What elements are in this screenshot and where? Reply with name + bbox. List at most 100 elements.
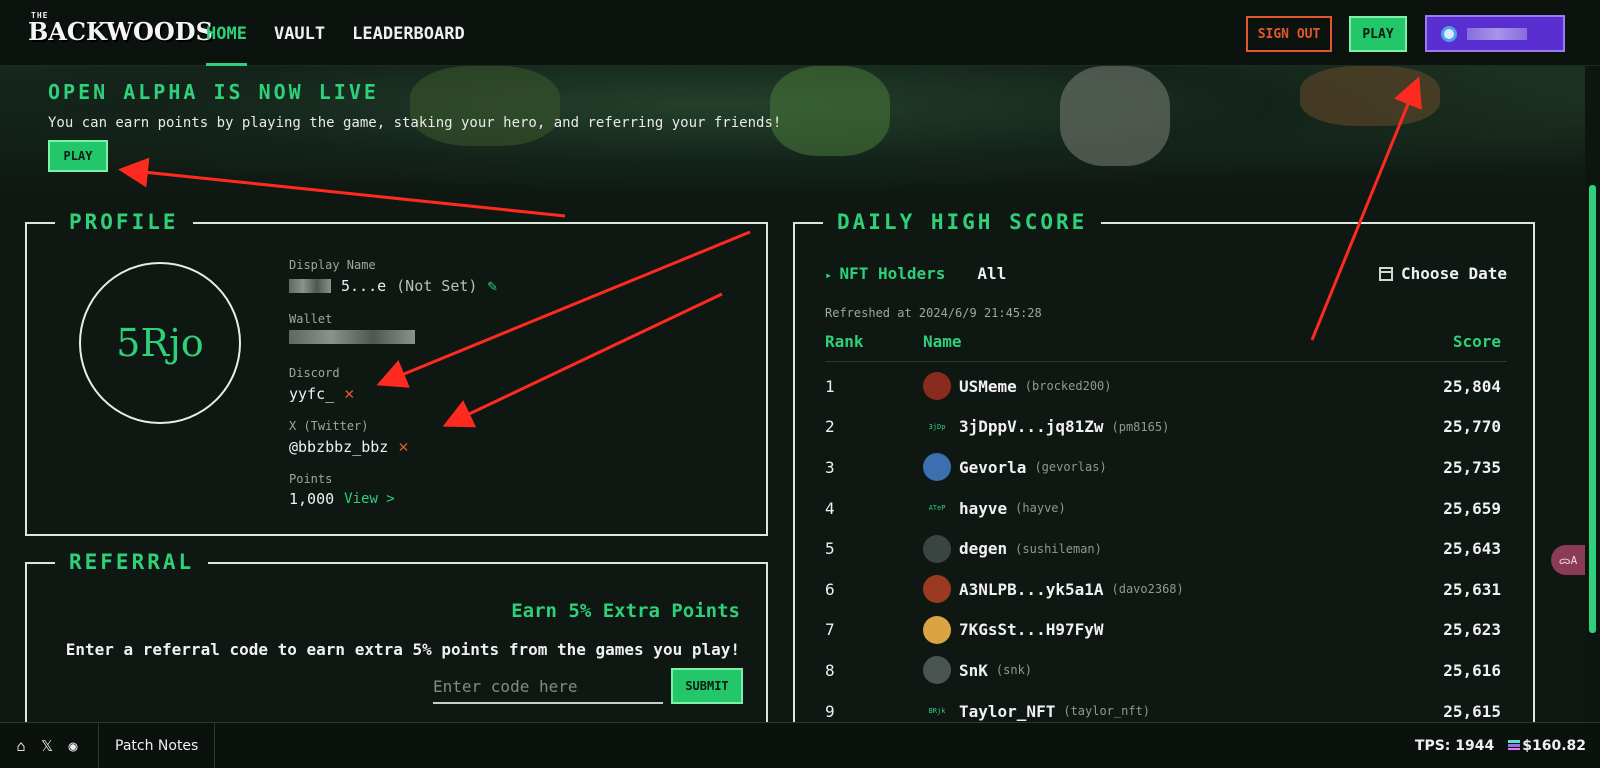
referral-submit-button[interactable]: SUBMIT: [671, 668, 743, 704]
wallet-button[interactable]: [1425, 15, 1565, 52]
solana-icon: [1508, 740, 1521, 750]
player-handle: (hayve): [1015, 501, 1066, 516]
player-avatar: [923, 575, 951, 604]
translate-icon[interactable]: ᯅA: [1551, 545, 1585, 575]
row-player: USMeme (brocked200): [923, 372, 1112, 401]
player-avatar: [923, 372, 951, 401]
col-score: Score: [1452, 332, 1501, 351]
row-score: 25,735: [1443, 457, 1501, 477]
referral-panel: REFERRAL Earn 5% Extra Points Enter a re…: [25, 550, 768, 742]
top-bar: THE BACKWOODS HOME VAULT LEADERBOARD SIG…: [0, 0, 1600, 66]
twitter-label: X (Twitter): [289, 419, 369, 433]
row-rank: 2: [825, 417, 835, 437]
unlink-twitter-icon[interactable]: ✕: [398, 437, 408, 457]
display-name-redacted: [289, 278, 331, 293]
player-handle: (davo2368): [1111, 582, 1184, 597]
row-score: 25,770: [1443, 417, 1501, 437]
row-score: 25,615: [1443, 701, 1501, 721]
discord-value: yyfc_: [289, 385, 335, 403]
player-name[interactable]: SnK: [959, 661, 988, 680]
player-handle: (pm8165): [1111, 419, 1170, 434]
row-score: 25,643: [1443, 539, 1501, 559]
table-row[interactable]: 7 7KGsSt...H97FyW 25,623: [825, 610, 1507, 651]
row-player: SnK (snk): [923, 656, 1033, 685]
referral-code-input[interactable]: [433, 670, 663, 704]
row-player: 3jDp 3jDppV...jq81Zw (pm8165): [923, 412, 1170, 441]
filter-all[interactable]: All: [977, 264, 1006, 283]
player-name[interactable]: Taylor_NFT: [959, 702, 1055, 721]
banner-art-creature: [770, 66, 890, 156]
unlink-discord-icon[interactable]: ✕: [344, 384, 354, 404]
row-rank: 5: [825, 539, 835, 559]
player-name[interactable]: 3jDppV...jq81Zw: [959, 417, 1104, 436]
daily-high-score-title: DAILY HIGH SCORE: [823, 210, 1102, 234]
player-name[interactable]: USMeme: [959, 377, 1017, 396]
row-score: 25,804: [1443, 376, 1501, 396]
row-rank: 7: [825, 620, 835, 640]
row-rank: 8: [825, 660, 835, 680]
player-name[interactable]: 7KGsSt...H97FyW: [959, 620, 1104, 639]
edit-pencil-icon[interactable]: ✎: [487, 276, 497, 295]
banner-play-button[interactable]: PLAY: [48, 140, 108, 172]
player-name[interactable]: degen: [959, 539, 1007, 558]
banner-art-hero: [410, 66, 560, 146]
wallet-label: Wallet: [289, 312, 333, 326]
score-filter: NFT Holders All: [825, 264, 1006, 283]
row-rank: 3: [825, 457, 835, 477]
player-name[interactable]: hayve: [959, 499, 1007, 518]
view-points-link[interactable]: View >: [344, 491, 395, 507]
row-player: 7KGsSt...H97FyW: [923, 615, 1112, 644]
table-row[interactable]: 3 Gevorla (gevorlas) 25,735: [825, 447, 1507, 488]
home-icon[interactable]: ⌂: [8, 737, 34, 755]
table-row[interactable]: 1 USMeme (brocked200) 25,804: [825, 366, 1507, 407]
player-name[interactable]: Gevorla: [959, 458, 1026, 477]
main-nav: HOME VAULT LEADERBOARD: [206, 0, 492, 66]
table-row[interactable]: 8 SnK (snk) 25,616: [825, 650, 1507, 691]
banner-art-skeleton: [1060, 66, 1170, 166]
nav-leaderboard[interactable]: LEADERBOARD: [352, 0, 465, 66]
table-row[interactable]: 4 ATeP hayve (hayve) 25,659: [825, 488, 1507, 529]
sign-out-button[interactable]: SIGN OUT: [1246, 16, 1332, 52]
row-player: degen (sushileman): [923, 534, 1102, 563]
footer-bar: ⌂ 𝕏 ◉ Patch Notes TPS: 1944 $160.82: [0, 722, 1600, 768]
logo-main-text: BACKWOODS: [28, 17, 213, 46]
filter-nft-holders[interactable]: NFT Holders: [825, 264, 945, 283]
row-player: A3NLPB...yk5a1A (davo2368): [923, 575, 1184, 604]
discord-icon[interactable]: ◉: [60, 737, 86, 755]
table-row[interactable]: 5 degen (sushileman) 25,643: [825, 528, 1507, 569]
player-handle: (gevorlas): [1034, 460, 1107, 475]
discord-label: Discord: [289, 366, 340, 380]
display-name-value: 5...e: [341, 276, 387, 295]
nav-home[interactable]: HOME: [206, 0, 247, 66]
player-name[interactable]: A3NLPB...yk5a1A: [959, 580, 1104, 599]
player-handle: (snk): [995, 663, 1033, 678]
twitter-value: @bbzbbz_bbz: [289, 438, 389, 456]
col-name: Name: [923, 332, 962, 351]
choose-date-button[interactable]: Choose Date: [1379, 264, 1507, 283]
row-player: ATeP hayve (hayve): [923, 494, 1066, 523]
header-play-button[interactable]: PLAY: [1349, 16, 1407, 52]
row-score: 25,616: [1443, 660, 1501, 680]
row-player: Gevorla (gevorlas): [923, 453, 1107, 482]
patch-notes-link[interactable]: Patch Notes: [99, 738, 214, 754]
avatar: 5Rjo: [79, 262, 241, 424]
choose-date-label: Choose Date: [1401, 264, 1507, 283]
display-name-label: Display Name: [289, 258, 376, 272]
sol-price: $160.82: [1508, 738, 1586, 754]
x-twitter-icon[interactable]: 𝕏: [34, 737, 60, 755]
calendar-icon: [1379, 266, 1394, 281]
scrollbar-thumb[interactable]: [1589, 185, 1596, 633]
nav-vault[interactable]: VAULT: [274, 0, 325, 66]
table-row[interactable]: 6 A3NLPB...yk5a1A (davo2368) 25,631: [825, 569, 1507, 610]
wallet-field: Wallet: [289, 312, 415, 344]
profile-title: PROFILE: [55, 210, 193, 234]
table-row[interactable]: 2 3jDp 3jDppV...jq81Zw (pm8165) 25,770: [825, 407, 1507, 448]
banner-title: OPEN ALPHA IS NOW LIVE: [48, 80, 379, 104]
row-rank: 9: [825, 701, 835, 721]
player-handle: (brocked200): [1024, 379, 1112, 394]
score-table-body: 1 USMeme (brocked200) 25,804 2 3jDp 3jDppV...j…: [825, 366, 1507, 731]
logo[interactable]: THE BACKWOODS: [28, 12, 213, 44]
player-avatar: [923, 534, 951, 563]
wallet-address-redacted: [1467, 27, 1527, 40]
score-table-header: Rank Name Score: [825, 332, 1507, 362]
